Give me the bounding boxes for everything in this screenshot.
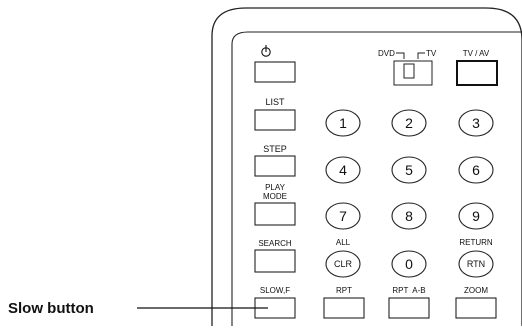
search-button[interactable]: SEARCH xyxy=(254,239,296,273)
number-button-1[interactable]: 1 xyxy=(325,109,361,137)
play-mode-label-line2: MODE xyxy=(263,192,287,201)
all-label: ALL xyxy=(336,238,351,247)
clr-button[interactable]: ALL CLR xyxy=(325,238,361,278)
number-button-4[interactable]: 4 xyxy=(325,156,361,184)
tv-av-label: TV / AV xyxy=(463,49,490,58)
zoom-label: ZOOM xyxy=(464,286,488,295)
number-label-1: 1 xyxy=(339,115,347,131)
list-button[interactable]: LIST xyxy=(254,97,296,131)
number-button-2[interactable]: 2 xyxy=(391,109,427,137)
rpt-label: RPT xyxy=(336,286,352,295)
callout-text: Slow button xyxy=(8,300,94,317)
slow-f-label: SLOW,F xyxy=(260,286,290,295)
step-button[interactable]: STEP xyxy=(254,144,296,177)
step-button-body[interactable] xyxy=(254,155,296,177)
number-label-8: 8 xyxy=(405,208,413,224)
list-label: LIST xyxy=(265,97,285,107)
rpt-ab-button-body[interactable] xyxy=(388,297,430,319)
search-label: SEARCH xyxy=(258,239,292,248)
number-keypad: 1 2 3 4 5 6 7 8 9 ALL CLR 0 RETURN RTN xyxy=(325,109,494,278)
switch-slider[interactable] xyxy=(403,63,415,79)
zoom-button[interactable]: ZOOM xyxy=(455,286,497,319)
list-button-body[interactable] xyxy=(254,109,296,131)
play-mode-button[interactable]: PLAY MODE xyxy=(254,183,296,226)
zoom-button-body[interactable] xyxy=(455,297,497,319)
play-mode-button-body[interactable] xyxy=(254,202,296,226)
slow-f-button[interactable]: SLOW,F xyxy=(254,286,296,319)
rpt-ab-label: RPT A-B xyxy=(392,286,425,295)
switch-label-tv: TV xyxy=(426,49,437,58)
remote-diagram: DVD TV TV / AV LIST STEP PLAY MODE SEARC… xyxy=(0,0,522,326)
number-label-7: 7 xyxy=(339,208,347,224)
return-label: RETURN xyxy=(459,238,493,247)
number-button-5[interactable]: 5 xyxy=(391,156,427,184)
switch-bracket xyxy=(396,52,425,59)
number-label-5: 5 xyxy=(405,162,413,178)
number-label-4: 4 xyxy=(339,162,347,178)
number-label-9: 9 xyxy=(472,208,480,224)
power-icon xyxy=(261,45,271,57)
dvd-tv-switch[interactable]: DVD TV xyxy=(378,49,437,86)
rpt-ab-button[interactable]: RPT A-B xyxy=(388,286,430,319)
number-button-6[interactable]: 6 xyxy=(458,156,494,184)
step-label: STEP xyxy=(263,144,287,154)
rtn-label: RTN xyxy=(467,259,485,269)
number-label-3: 3 xyxy=(472,115,480,131)
slow-button-callout: Slow button xyxy=(8,300,268,317)
rtn-button[interactable]: RETURN RTN xyxy=(458,238,494,278)
number-button-8[interactable]: 8 xyxy=(391,202,427,230)
number-button-7[interactable]: 7 xyxy=(325,202,361,230)
clr-label: CLR xyxy=(334,259,353,269)
remote-svg: DVD TV TV / AV LIST STEP PLAY MODE SEARC… xyxy=(8,7,522,326)
search-button-body[interactable] xyxy=(254,249,296,273)
number-label-2: 2 xyxy=(405,115,413,131)
rpt-button-body[interactable] xyxy=(323,297,365,319)
number-label-6: 6 xyxy=(472,162,480,178)
rpt-button[interactable]: RPT xyxy=(323,286,365,319)
play-mode-label-line1: PLAY xyxy=(265,183,286,192)
number-button-0[interactable]: 0 xyxy=(391,250,427,278)
number-button-9[interactable]: 9 xyxy=(458,202,494,230)
power-button[interactable] xyxy=(254,45,296,83)
tv-av-button[interactable]: TV / AV xyxy=(456,49,498,86)
number-button-3[interactable]: 3 xyxy=(458,109,494,137)
tv-av-button-body[interactable] xyxy=(456,60,498,86)
switch-label-dvd: DVD xyxy=(378,49,395,58)
power-button-body[interactable] xyxy=(254,61,296,83)
number-label-0: 0 xyxy=(405,256,413,272)
